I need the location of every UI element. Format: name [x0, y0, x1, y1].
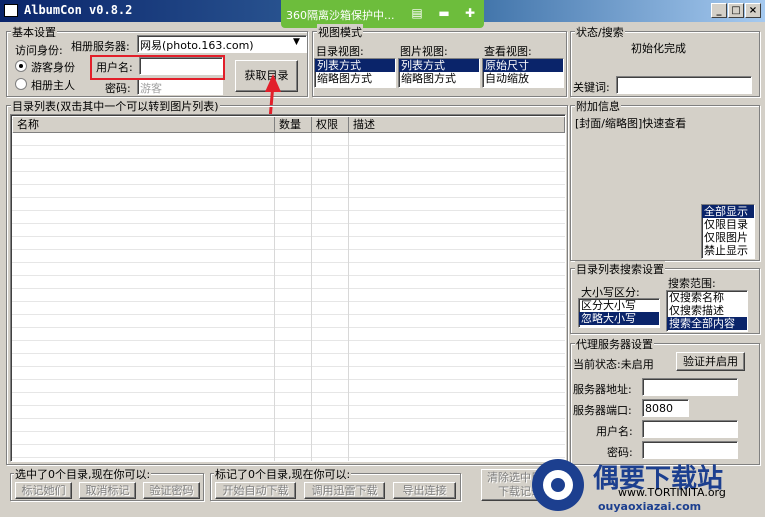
proxy-username-input[interactable]: [642, 420, 738, 438]
directory-list-legend: 目录列表(双击其中一个可以转到图片列表): [11, 98, 220, 114]
owner-radio-label[interactable]: 相册主人: [31, 77, 75, 93]
case-option-ignore[interactable]: 忽略大小写: [579, 312, 659, 325]
filter-option-pics[interactable]: 仅限图片: [702, 231, 754, 244]
keyword-input[interactable]: [616, 76, 752, 94]
password-placeholder: 游客: [140, 82, 162, 95]
look-view-label: 查看视图:: [484, 45, 532, 58]
look-view-option-auto[interactable]: 自动缩放: [483, 72, 563, 85]
column-header-count[interactable]: 数量: [275, 117, 312, 133]
column-separator: [274, 133, 275, 461]
case-option-sensitive[interactable]: 区分大小写: [579, 299, 659, 312]
watermark-url: www.TORTINITA.org: [618, 486, 726, 499]
filter-option-none[interactable]: 禁止显示: [702, 244, 754, 257]
chevron-down-icon[interactable]: ▼: [293, 37, 300, 47]
view-mode-legend: 视图模式: [317, 24, 363, 40]
watermark-logo: [532, 459, 584, 511]
extra-info-legend: 附加信息: [575, 98, 621, 114]
maximize-button[interactable]: □: [728, 3, 744, 18]
look-view-list[interactable]: 原始尺寸 自动缩放: [482, 58, 564, 88]
minimize-button[interactable]: _: [711, 3, 727, 18]
proxy-address-label: 服务器地址:: [573, 383, 632, 396]
auto-download-button[interactable]: 开始自动下载: [215, 482, 296, 499]
directory-table[interactable]: 名称 数量 权限 描述: [10, 114, 566, 462]
basic-settings-legend: 基本设置: [11, 24, 57, 40]
status-text: 初始化完成: [631, 42, 686, 55]
proxy-port-input[interactable]: 8080: [642, 399, 689, 417]
thunder-download-button[interactable]: 调用迅雷下载: [304, 482, 385, 499]
pic-view-option-list[interactable]: 列表方式: [399, 59, 479, 72]
folder-icon[interactable]: ▬: [437, 6, 451, 20]
selected-actions-legend: 选中了0个目录,现在你可以:: [14, 466, 152, 482]
proxy-settings-legend: 代理服务器设置: [575, 336, 654, 352]
pic-view-option-thumb[interactable]: 缩略图方式: [399, 72, 479, 85]
pic-view-label: 图片视图:: [400, 45, 448, 58]
server-select-value: 网易(photo.163.com): [140, 39, 254, 52]
guest-radio[interactable]: [15, 60, 27, 72]
highlight-box: [90, 55, 225, 80]
dir-view-option-thumb[interactable]: 缩略图方式: [315, 72, 395, 85]
visit-identity-label: 访问身份:: [15, 44, 63, 57]
pic-view-list[interactable]: 列表方式 缩略图方式: [398, 58, 480, 88]
app-icon: [4, 4, 18, 17]
status-search-legend: 状态/搜索: [575, 24, 625, 40]
verify-enable-button[interactable]: 验证并启用: [676, 352, 745, 371]
export-links-button[interactable]: 导出连接: [393, 482, 456, 499]
keyword-label: 关键词:: [573, 81, 610, 94]
mark-button[interactable]: 标记她们: [15, 482, 72, 499]
proxy-password-input[interactable]: [642, 441, 738, 459]
dir-view-list[interactable]: 列表方式 缩略图方式: [314, 58, 396, 88]
search-settings-legend: 目录列表搜索设置: [575, 261, 665, 277]
password-label: 密码:: [105, 82, 131, 95]
filter-option-all[interactable]: 全部显示: [702, 205, 754, 218]
scope-list[interactable]: 仅搜索名称 仅搜索描述 搜索全部内容: [666, 290, 748, 332]
password-input[interactable]: 游客: [137, 78, 223, 95]
column-separator: [311, 133, 312, 461]
watermark-url-2: ouyaoxiazai.com: [598, 500, 702, 513]
case-list[interactable]: 区分大小写 忽略大小写: [578, 298, 660, 328]
verify-password-button[interactable]: 验证密码: [143, 482, 200, 499]
column-header-name[interactable]: 名称: [13, 117, 275, 133]
dir-view-label: 目录视图:: [316, 45, 364, 58]
server-label: 相册服务器:: [71, 40, 130, 53]
guest-radio-label[interactable]: 游客身份: [31, 59, 75, 75]
restore-icon[interactable]: ▤: [410, 6, 424, 20]
cover-preview-label: [封面/缩略图]快速查看: [575, 117, 687, 130]
filter-option-dirs[interactable]: 仅限目录: [702, 218, 754, 231]
sandbox-banner: 360隔离沙箱保护中... ▤ ▬ ✚: [281, 0, 484, 28]
dir-view-option-list[interactable]: 列表方式: [315, 59, 395, 72]
pin-icon[interactable]: ✚: [463, 6, 477, 20]
window-title: AlbumCon v0.8.2: [24, 3, 133, 17]
proxy-port-value: 8080: [645, 402, 673, 415]
look-view-option-original[interactable]: 原始尺寸: [483, 59, 563, 72]
proxy-port-label: 服务器端口:: [573, 404, 632, 417]
proxy-address-input[interactable]: [642, 378, 738, 396]
column-separator: [348, 133, 349, 461]
unmark-button[interactable]: 取消标记: [79, 482, 136, 499]
owner-radio[interactable]: [15, 78, 27, 90]
server-select[interactable]: 网易(photo.163.com) ▼: [137, 35, 307, 53]
proxy-username-label: 用户名:: [596, 425, 633, 438]
proxy-state-text: 当前状态:未启用: [573, 358, 654, 371]
column-header-description[interactable]: 描述: [349, 117, 565, 133]
marked-actions-legend: 标记了0个目录,现在你可以:: [214, 466, 352, 482]
close-button[interactable]: ×: [745, 3, 761, 18]
scope-label: 搜索范围:: [668, 277, 716, 290]
display-filter-list[interactable]: 全部显示 仅限目录 仅限图片 禁止显示: [701, 204, 755, 259]
scope-option-all[interactable]: 搜索全部内容: [667, 317, 747, 330]
column-header-permission[interactable]: 权限: [312, 117, 349, 133]
cover-preview-area: [573, 130, 701, 258]
scope-option-desc[interactable]: 仅搜索描述: [667, 304, 747, 317]
sandbox-text: 360隔离沙箱保护中...: [286, 9, 395, 22]
scope-option-name[interactable]: 仅搜索名称: [667, 291, 747, 304]
